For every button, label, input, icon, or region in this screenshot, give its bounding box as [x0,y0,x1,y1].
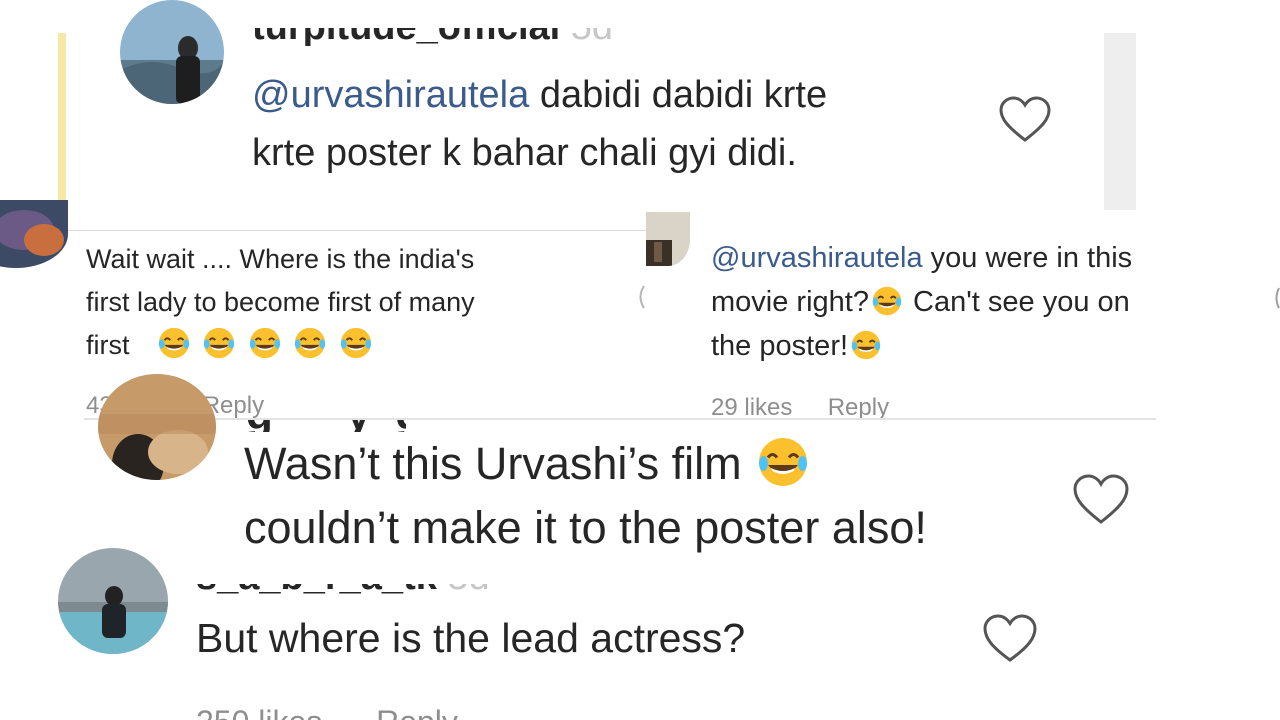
comment-text-line-3: first [86,330,130,360]
face-with-tears-of-joy-icon [249,327,280,359]
face-with-tears-of-joy-icon [872,286,902,316]
panel-edge-mark [1272,286,1280,310]
panel-3-divider [84,418,1156,420]
likes-count[interactable]: 250 likes [196,704,322,720]
comment-text: Wait wait .... Where is the india's firs… [86,238,475,367]
mention-link[interactable]: @urvashirautela [711,242,923,274]
comment-meta: 29 likes Reply [711,394,1151,418]
comment-text-line-2a: movie right? [711,286,869,318]
face-with-tears-of-joy-icon [203,327,235,359]
comment-text-line-3: the poster! [711,330,849,362]
comment-username[interactable]: s_a_b_r_a_tk 5d [196,584,536,594]
avatar[interactable] [58,548,168,654]
chevron-left-icon[interactable] [634,284,646,317]
comment-text-line-1: Wasn’t this Urvashi’s film [244,438,742,489]
comment-text-line-2: first lady to become first of many [86,287,475,317]
heart-icon[interactable] [982,614,1038,669]
heart-icon[interactable] [998,96,1052,149]
username-text[interactable]: turpitude_official [252,28,560,46]
avatar[interactable] [98,374,216,480]
comment-text: Wasn’t this Urvashi’s film couldn’t make… [244,432,927,560]
comment-text-line-2b: Can't see you on [904,286,1130,318]
mention-link[interactable]: @urvashirautela [252,74,529,116]
heart-icon[interactable] [1072,474,1130,531]
avatar[interactable] [0,200,68,268]
comment-text-line-2: couldn’t make it to the poster also! [244,502,927,553]
comment-text-line-1: Wait wait .... Where is the india's [86,244,475,274]
comment-text: @urvashirautela dabidi dabidi krte krte … [252,66,827,182]
comment-meta: 250 likes Reply [196,704,596,720]
comment-text-line-2: krte poster k bahar chali gyi didi. [252,132,797,174]
comment-text: @urvashirautela you were in this movie r… [711,236,1132,368]
username-text[interactable]: s_a_b_r_a_tk [196,584,437,594]
comment-text: But where is the lead actress? [196,615,746,661]
face-with-tears-of-joy-icon [759,438,808,486]
panel-2-divider [0,230,690,231]
comment-text-line-1: you were in this [922,242,1133,274]
panel-right-sidebar [1104,33,1136,210]
comment-text-line-1: dabidi dabidi krte [529,74,828,116]
likes-count[interactable]: 29 likes [711,394,792,418]
username-text[interactable]: g___y_g [246,420,406,432]
reply-link[interactable]: Reply [828,394,889,418]
avatar[interactable] [646,212,690,266]
comment-age: 5d [571,28,613,46]
face-with-tears-of-joy-icon [851,330,881,360]
panel-left-accent [58,33,66,210]
face-with-tears-of-joy-icon [294,327,326,359]
comment-username[interactable]: turpitude_official 5d [252,28,672,46]
comment-username[interactable]: g___y_g [246,420,406,432]
avatar[interactable] [120,0,224,104]
reply-link[interactable]: Reply [376,704,458,720]
face-with-tears-of-joy-icon [158,327,189,359]
face-with-tears-of-joy-icon [340,327,371,359]
comment-age: 5d [447,584,489,594]
